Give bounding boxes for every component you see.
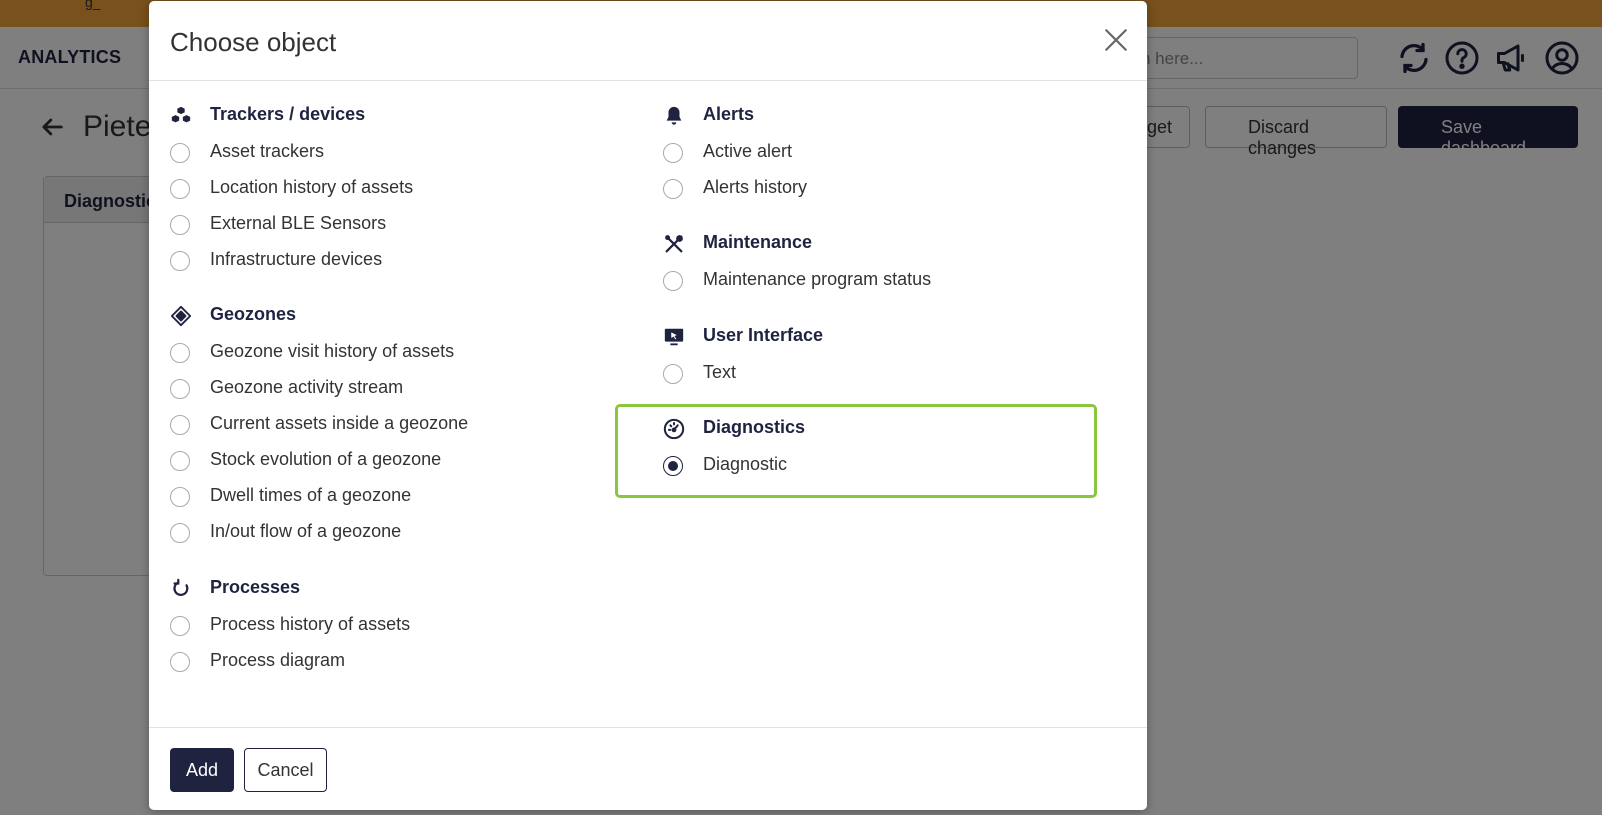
option-label: In/out flow of a geozone — [210, 521, 402, 541]
option-label: External BLE Sensors — [210, 213, 387, 233]
group-title: Alerts — [703, 104, 755, 124]
modal-footer: Add Cancel — [149, 727, 1147, 810]
bell-icon — [666, 106, 682, 125]
geozone-icon — [170, 305, 192, 327]
cubes-icon — [171, 106, 191, 123]
option-label: Text — [703, 362, 737, 382]
process-icon — [173, 578, 189, 596]
group-title: Processes — [210, 577, 301, 597]
group-title: Trackers / devices — [210, 104, 366, 124]
radio-button[interactable] — [170, 451, 190, 471]
choose-object-modal: Choose object Trackers / devices Asset t… — [149, 1, 1147, 810]
radio-button[interactable] — [170, 379, 190, 399]
option-label: Process history of assets — [210, 614, 411, 634]
option-label: Asset trackers — [210, 141, 325, 161]
radio-button[interactable] — [170, 179, 190, 199]
radio-button[interactable] — [170, 251, 190, 271]
close-icon[interactable] — [1103, 27, 1129, 53]
option-label: Stock evolution of a geozone — [210, 449, 442, 469]
radio-button[interactable] — [170, 487, 190, 507]
radio-button[interactable] — [663, 143, 683, 163]
option-label: Maintenance program status — [703, 269, 932, 289]
group-title: Geozones — [210, 304, 297, 324]
option-label: Current assets inside a geozone — [210, 413, 469, 433]
option-label: Geozone visit history of assets — [210, 341, 455, 361]
radio-button[interactable] — [170, 415, 190, 435]
radio-button[interactable] — [170, 652, 190, 672]
radio-button[interactable] — [170, 343, 190, 363]
highlight-box — [615, 404, 1097, 498]
radio-button[interactable] — [170, 143, 190, 163]
modal-body: Trackers / devices Asset trackers Locati… — [149, 81, 1147, 727]
cancel-button[interactable]: Cancel — [244, 748, 327, 792]
modal-header: Choose object — [149, 1, 1147, 81]
option-label: Dwell times of a geozone — [210, 485, 412, 505]
radio-button[interactable] — [170, 215, 190, 235]
option-label: Active alert — [703, 141, 793, 161]
option-label: Location history of assets — [210, 177, 414, 197]
add-button[interactable]: Add — [170, 748, 234, 792]
radio-button[interactable] — [663, 179, 683, 199]
option-label: Alerts history — [703, 177, 808, 197]
modal-title: Choose object — [170, 27, 337, 57]
group-title: Maintenance — [703, 232, 813, 252]
option-label: Process diagram — [210, 650, 346, 670]
monitor-icon — [664, 328, 684, 346]
radio-button[interactable] — [663, 364, 683, 384]
radio-button[interactable] — [663, 271, 683, 291]
tools-icon — [665, 235, 683, 253]
radio-button[interactable] — [170, 616, 190, 636]
option-label: Infrastructure devices — [210, 249, 383, 269]
radio-button[interactable] — [170, 523, 190, 543]
group-title: User Interface — [703, 325, 824, 345]
option-label: Geozone activity stream — [210, 377, 404, 397]
